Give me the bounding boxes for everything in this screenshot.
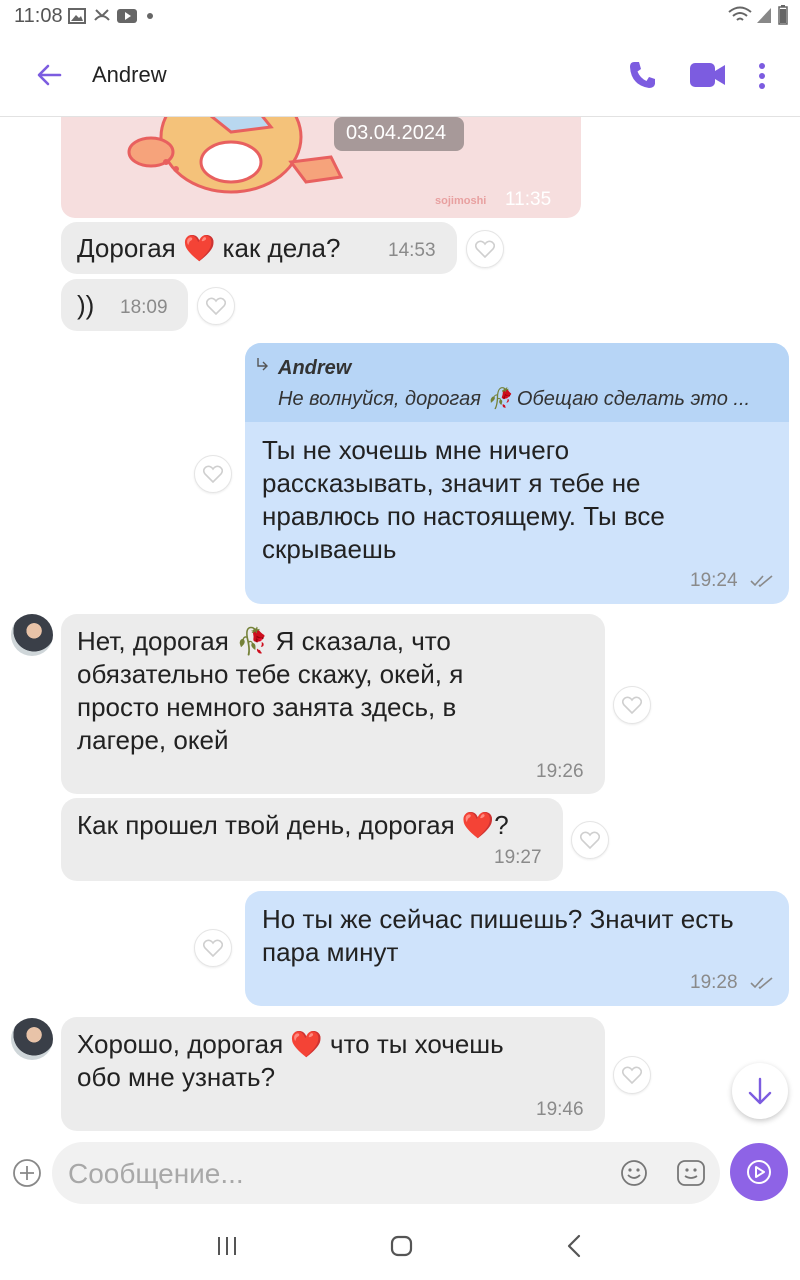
heart-icon	[622, 1066, 642, 1084]
more-vertical-icon[interactable]	[757, 62, 767, 90]
send-voice-icon	[747, 1160, 771, 1184]
message-time: 18:09	[120, 297, 168, 318]
like-button[interactable]	[194, 929, 232, 967]
heart-icon	[203, 939, 223, 957]
message-input[interactable]: Сообщение...	[52, 1142, 720, 1204]
reply-quote[interactable]: Andrew Не волнуйся, дорогая 🥀 Обещаю сде…	[245, 343, 789, 422]
phone-icon[interactable]	[628, 60, 656, 90]
outgoing-message[interactable]: Andrew Не волнуйся, дорогая 🥀 Обещаю сде…	[245, 343, 789, 604]
avatar[interactable]	[11, 1018, 53, 1060]
scroll-to-bottom-button[interactable]	[732, 1063, 788, 1119]
sticker-image-icon	[127, 117, 344, 194]
message-time: 19:24	[690, 570, 738, 591]
incoming-message[interactable]: Нет, дорогая 🥀 Я сказала, что обязательн…	[61, 614, 605, 794]
add-icon[interactable]	[12, 1158, 42, 1188]
heart-icon	[580, 831, 600, 849]
outgoing-message[interactable]: Но ты же сейчас пишешь? Значит есть пара…	[245, 891, 789, 1006]
message-time: 19:26	[536, 761, 584, 782]
nav-back-icon[interactable]	[566, 1234, 582, 1258]
message-text: ))	[77, 290, 95, 320]
battery-icon	[778, 5, 788, 25]
more-notifications-dot-icon	[147, 13, 153, 19]
message-text: Как прошел твой день, дорогая ❤️?	[77, 810, 509, 840]
missed-call-icon	[94, 9, 110, 21]
message-time: 19:27	[494, 847, 542, 868]
image-message[interactable]: 03.04.2024 sojimoshi 11:35	[61, 117, 581, 218]
message-text: Ты не хочешь мне ничего рассказывать, зн…	[262, 435, 665, 564]
incoming-message[interactable]: Как прошел твой день, дорогая ❤️? 19:27	[61, 798, 563, 881]
back-arrow-icon[interactable]	[36, 62, 62, 88]
message-time: 19:28	[690, 972, 738, 993]
like-button[interactable]	[197, 287, 235, 325]
double-check-icon	[750, 977, 773, 990]
incoming-message[interactable]: Дорогая ❤️ как дела? 14:53	[61, 222, 457, 274]
incoming-message[interactable]: Хорошо, дорогая ❤️ что ты хочешь обо мне…	[61, 1017, 605, 1131]
reply-preview: Не волнуйся, дорогая 🥀 Обещаю сделать эт…	[278, 388, 751, 410]
reply-arrow-icon	[257, 358, 268, 371]
message-text: Но ты же сейчас пишешь? Значит есть пара…	[262, 904, 734, 967]
message-time: 19:46	[536, 1099, 584, 1120]
wifi-icon	[728, 6, 752, 21]
date-badge: 03.04.2024	[334, 117, 464, 151]
nav-home-icon[interactable]	[390, 1235, 414, 1257]
like-button[interactable]	[613, 686, 651, 724]
status-bar: 11:08	[0, 0, 800, 34]
status-time: 11:08	[14, 5, 63, 27]
message-input-placeholder: Сообщение...	[68, 1158, 244, 1189]
heart-icon	[206, 297, 226, 315]
arrow-down-icon	[748, 1077, 772, 1105]
reply-author: Andrew	[278, 357, 352, 379]
gallery-notification-icon	[68, 8, 86, 24]
video-call-icon[interactable]	[690, 63, 726, 87]
like-button[interactable]	[194, 455, 232, 493]
image-watermark: sojimoshi	[435, 195, 487, 207]
avatar[interactable]	[11, 614, 53, 656]
heart-icon	[203, 465, 223, 483]
like-button[interactable]	[571, 821, 609, 859]
double-check-icon	[750, 575, 773, 588]
chat-header: Andrew	[0, 34, 800, 117]
heart-icon	[622, 696, 642, 714]
incoming-message[interactable]: )) 18:09	[61, 279, 188, 331]
nav-recents-icon[interactable]	[216, 1236, 238, 1256]
like-button[interactable]	[466, 230, 504, 268]
signal-icon	[757, 8, 771, 23]
youtube-notification-icon	[117, 9, 137, 23]
message-time: 14:53	[388, 240, 436, 261]
heart-icon	[475, 240, 495, 258]
system-nav-bar	[0, 1212, 800, 1280]
message-text: Хорошо, дорогая ❤️ что ты хочешь обо мне…	[77, 1029, 504, 1092]
send-voice-button[interactable]	[730, 1143, 788, 1201]
message-text: Нет, дорогая 🥀 Я сказала, что обязательн…	[77, 626, 464, 755]
message-time: 11:35	[505, 189, 552, 210]
emoji-icon[interactable]	[620, 1159, 648, 1187]
sticker-icon[interactable]	[676, 1159, 706, 1187]
like-button[interactable]	[613, 1056, 651, 1094]
message-text: Дорогая ❤️ как дела?	[77, 233, 341, 263]
contact-name[interactable]: Andrew	[92, 62, 167, 88]
